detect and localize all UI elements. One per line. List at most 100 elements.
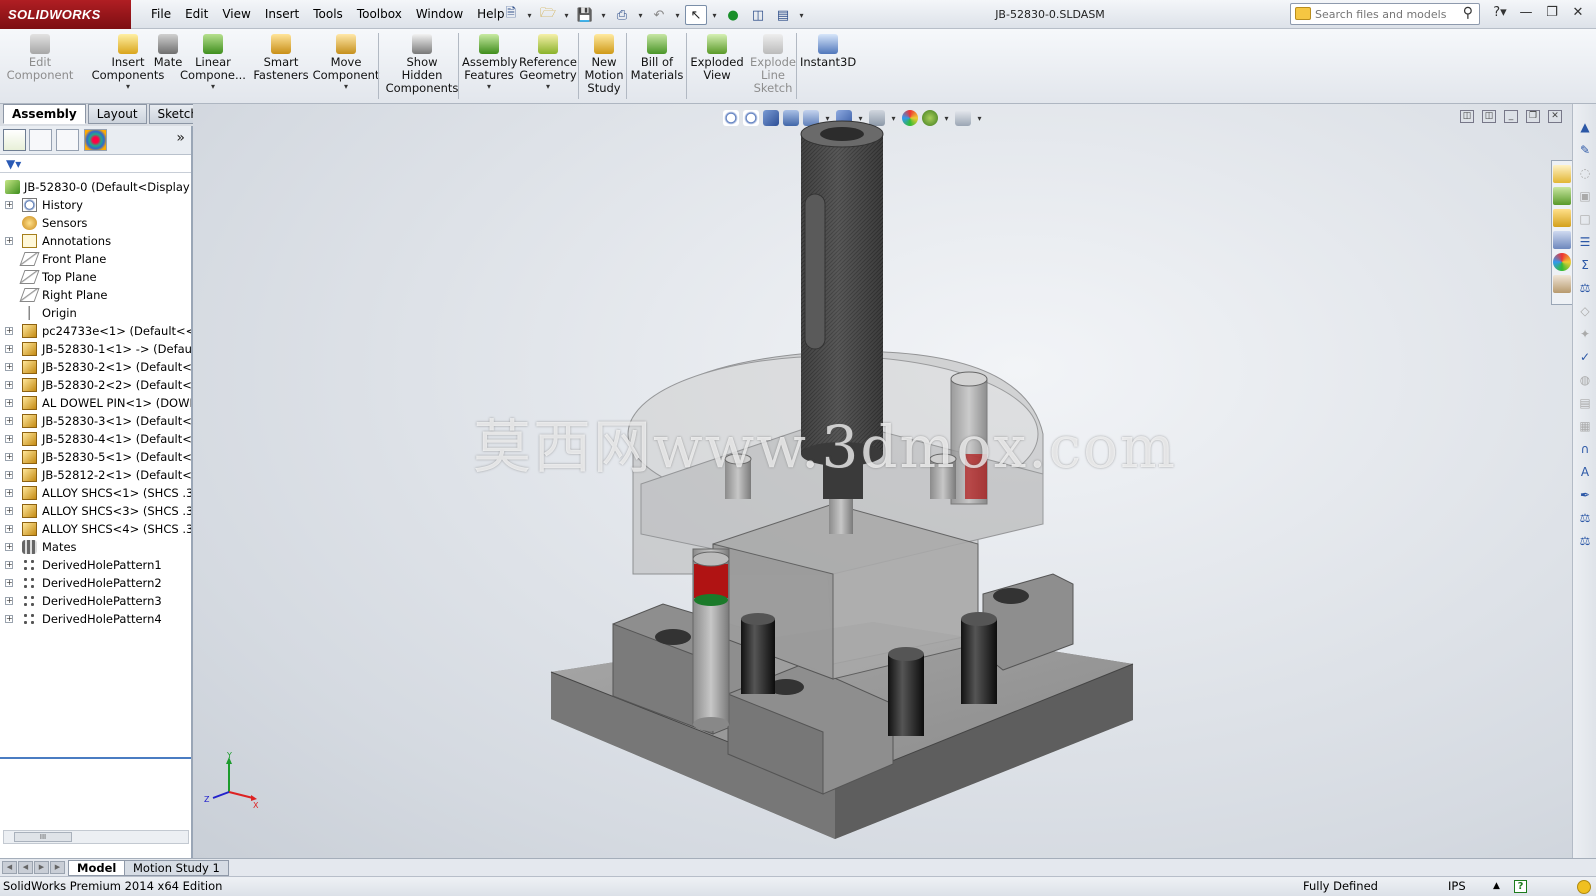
undo-icon[interactable]: ↶: [648, 5, 670, 25]
scrollbar-thumb[interactable]: III: [14, 832, 72, 842]
next-tab-icon[interactable]: ▶: [34, 861, 49, 874]
view-palette-icon[interactable]: [1553, 231, 1571, 249]
expand-toggle-icon[interactable]: +: [5, 399, 13, 407]
tree-item-alloy-shcs[interactable]: + ALLOY SHCS<3> (SHCS .375: [0, 502, 191, 520]
options-icon[interactable]: ▤: [772, 5, 794, 25]
chevron-down-icon[interactable]: ▾: [673, 11, 682, 20]
layers-icon[interactable]: ☰: [1576, 233, 1594, 251]
expand-toggle-icon[interactable]: +: [5, 381, 13, 389]
expand-toggle-icon[interactable]: +: [5, 489, 13, 497]
chevron-down-icon[interactable]: ▾: [180, 82, 246, 92]
design-library-icon[interactable]: [1553, 187, 1571, 205]
expand-toggle-icon[interactable]: +: [5, 597, 13, 605]
tree-item-jb-52830-3[interactable]: + JB-52830-3<1> (Default<<D: [0, 412, 191, 430]
expand-toggle-icon[interactable]: +: [5, 237, 13, 245]
dowel-pin-left[interactable]: [692, 548, 730, 731]
tree-item-sensors[interactable]: Sensors: [0, 214, 191, 232]
tree-item-al-dowel-pin[interactable]: + AL DOWEL PIN<1> (DOWEL: [0, 394, 191, 412]
tree-item-history[interactable]: + History: [0, 196, 191, 214]
menu-toolbox[interactable]: Toolbox: [350, 0, 409, 29]
sheet-metal-icon[interactable]: □: [1576, 210, 1594, 228]
configuration-manager-tab-icon[interactable]: [56, 129, 79, 151]
custom-properties-icon[interactable]: [1553, 275, 1571, 293]
tree-item-alloy-shcs[interactable]: + ALLOY SHCS<1> (SHCS .375: [0, 484, 191, 502]
expand-toggle-icon[interactable]: +: [5, 201, 13, 209]
tree-item-pc24733e[interactable]: + pc24733e<1> (Default<<Def: [0, 322, 191, 340]
tree-item-jb-52830-1[interactable]: + JB-52830-1<1> -> (Default<: [0, 340, 191, 358]
tree-item-front-plane[interactable]: Front Plane: [0, 250, 191, 268]
rebuild-traffic-light-icon[interactable]: ●: [722, 5, 744, 25]
expand-toggle-icon[interactable]: +: [5, 363, 13, 371]
bottom-tab-model[interactable]: Model: [68, 860, 126, 876]
close-icon[interactable]: ✕: [1568, 4, 1588, 22]
tool-bill-of-materials[interactable]: Bill of Materials: [630, 32, 684, 82]
tree-item-derivedholepattern4[interactable]: + DerivedHolePattern4: [0, 610, 191, 628]
expand-toggle-icon[interactable]: +: [5, 417, 13, 425]
prev-tab-icon[interactable]: ◀: [18, 861, 33, 874]
tool-instant3d[interactable]: Instant3D: [800, 32, 856, 69]
tool-show-hidden-components[interactable]: Show Hidden Components: [382, 32, 462, 95]
tool-new-motion-study[interactable]: New Motion Study: [582, 32, 626, 95]
bottom-tab-motion-study-1[interactable]: Motion Study 1: [124, 860, 229, 876]
chevron-down-icon[interactable]: ▾: [90, 82, 166, 92]
sketch-fillet-icon[interactable]: ◌: [1576, 164, 1594, 182]
tree-item-alloy-shcs[interactable]: + ALLOY SHCS<4> (SHCS .375: [0, 520, 191, 538]
tree-item-jb-52830-4[interactable]: + JB-52830-4<1> (Default<<D: [0, 430, 191, 448]
tree-item-top-plane[interactable]: Top Plane: [0, 268, 191, 286]
chevron-down-icon[interactable]: ▾: [462, 82, 516, 92]
save-icon[interactable]: 💾: [574, 5, 596, 25]
annotation-text-icon[interactable]: A: [1576, 463, 1594, 481]
print-icon[interactable]: ⎙: [611, 5, 633, 25]
expand-toggle-icon[interactable]: +: [5, 615, 13, 623]
solidworks-logo[interactable]: SOLIDWORKS: [0, 0, 131, 29]
tree-item-jb-52830-0-default[interactable]: JB-52830-0 (Default<Display Sta: [0, 178, 191, 196]
search-icon[interactable]: ⚲: [1463, 5, 1473, 21]
display-manager-tab-icon[interactable]: [84, 129, 107, 151]
tool-reference-geometry[interactable]: Reference Geometry ▾: [516, 32, 580, 92]
magnet-icon[interactable]: ∩: [1576, 440, 1594, 458]
select-arrow-icon[interactable]: ↖: [685, 5, 707, 25]
pen-icon[interactable]: ✒: [1576, 486, 1594, 504]
tree-item-derivedholepattern3[interactable]: + DerivedHolePattern3: [0, 592, 191, 610]
expand-toggle-icon[interactable]: +: [5, 525, 13, 533]
tree-item-jb-52830-2[interactable]: + JB-52830-2<1> (Default<<D: [0, 358, 191, 376]
menu-tools[interactable]: Tools: [306, 0, 350, 29]
tool-exploded-view[interactable]: Exploded View: [688, 32, 746, 82]
chevron-down-icon[interactable]: ▾: [797, 11, 806, 20]
tree-item-jb-52830-2[interactable]: + JB-52830-2<2> (Default<<D: [0, 376, 191, 394]
tree-filter[interactable]: ▼▾: [0, 155, 191, 173]
balance-icon[interactable]: ⚖: [1576, 532, 1594, 550]
last-tab-icon[interactable]: ▶: [50, 861, 65, 874]
tab-layout[interactable]: Layout: [87, 104, 147, 124]
tree-item-derivedholepattern1[interactable]: + DerivedHolePattern1: [0, 556, 191, 574]
open-folder-icon[interactable]: 🗁: [537, 5, 559, 25]
weldments-icon[interactable]: ✦: [1576, 325, 1594, 343]
feature-tree-tab-icon[interactable]: [3, 129, 26, 151]
expand-toggle-icon[interactable]: +: [5, 579, 13, 587]
chevron-down-icon[interactable]: ▾: [710, 11, 719, 20]
chevron-down-icon[interactable]: ▾: [599, 11, 608, 20]
chevron-down-icon[interactable]: ▾: [525, 11, 534, 20]
menu-window[interactable]: Window: [409, 0, 470, 29]
first-tab-icon[interactable]: ◀: [2, 861, 17, 874]
expand-toggle-icon[interactable]: +: [5, 327, 13, 335]
rebuild-status-icon[interactable]: [1577, 880, 1591, 894]
file-properties-icon[interactable]: ◫: [747, 5, 769, 25]
expand-toggle-icon[interactable]: +: [5, 435, 13, 443]
tree-item-derivedholepattern2[interactable]: + DerivedHolePattern2: [0, 574, 191, 592]
expand-toggle-icon[interactable]: +: [5, 561, 13, 569]
tool-linear-compone[interactable]: Linear Compone... ▾: [180, 32, 246, 92]
new-document-icon[interactable]: 🗎: [500, 5, 522, 25]
sketch-icon[interactable]: ✎: [1576, 141, 1594, 159]
tree-item-jb-52812-2[interactable]: + JB-52812-2<1> (Default<<D: [0, 466, 191, 484]
expand-toggle-icon[interactable]: +: [5, 453, 13, 461]
expand-panel-icon[interactable]: »: [176, 130, 185, 146]
mold-tools-icon[interactable]: ◇: [1576, 302, 1594, 320]
horizontal-scrollbar[interactable]: III: [3, 830, 189, 844]
locating-pin-1[interactable]: [741, 613, 775, 694]
locating-pin-2[interactable]: [888, 647, 924, 736]
locating-pin-3[interactable]: [961, 612, 997, 704]
check-icon[interactable]: ✓: [1576, 348, 1594, 366]
home-icon[interactable]: [1553, 165, 1571, 183]
menu-view[interactable]: View: [215, 0, 257, 29]
